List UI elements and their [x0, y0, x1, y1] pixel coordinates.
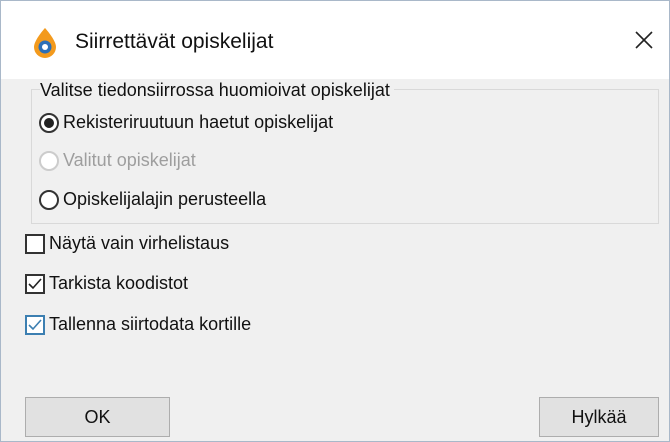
- radio-by-student-type[interactable]: Opiskelijalajin perusteella: [39, 189, 266, 210]
- radio-selected-students: Valitut opiskelijat: [39, 150, 196, 171]
- cancel-button[interactable]: Hylkää: [539, 397, 659, 437]
- checkbox-box[interactable]: [25, 314, 45, 335]
- dialog-content: Valitse tiedonsiirrossa huomioivat opisk…: [1, 79, 669, 441]
- radio-indicator-selected[interactable]: [39, 112, 59, 133]
- checkmark-icon: [28, 277, 42, 289]
- checkbox-label: Näytä vain virhelistaus: [49, 233, 230, 253]
- radio-indicator-disabled: [39, 150, 59, 171]
- drop-logo-icon: [31, 27, 59, 59]
- radio-label: Rekisteriruutuun haetut opiskelijat: [63, 112, 334, 132]
- checkbox-label: Tallenna siirtodata kortille: [49, 314, 252, 334]
- checkbox-check-codesets[interactable]: Tarkista koodistot: [25, 273, 188, 294]
- window-title: Siirrettävät opiskelijat: [75, 30, 274, 53]
- checkbox-label: Tarkista koodistot: [49, 273, 189, 293]
- radio-indicator[interactable]: [39, 189, 59, 210]
- radio-label: Valitut opiskelijat: [63, 150, 196, 170]
- checkbox-show-errors-only[interactable]: Näytä vain virhelistaus: [25, 233, 229, 254]
- checkbox-box[interactable]: [25, 273, 45, 294]
- title-bar: Siirrettävät opiskelijat: [1, 1, 669, 79]
- checkbox-box[interactable]: [25, 233, 45, 254]
- close-button[interactable]: [625, 23, 663, 61]
- ok-button[interactable]: OK: [25, 397, 170, 437]
- checkbox-save-transfer-data[interactable]: Tallenna siirtodata kortille: [25, 314, 251, 335]
- radio-registry-students[interactable]: Rekisteriruutuun haetut opiskelijat: [39, 112, 333, 133]
- checkmark-icon: [28, 318, 42, 330]
- dialog-window: Siirrettävät opiskelijat Valitse tiedons…: [0, 0, 670, 442]
- close-icon: [634, 30, 654, 55]
- group-legend: Valitse tiedonsiirrossa huomioivat opisk…: [40, 79, 394, 101]
- radio-label: Opiskelijalajin perusteella: [63, 189, 267, 209]
